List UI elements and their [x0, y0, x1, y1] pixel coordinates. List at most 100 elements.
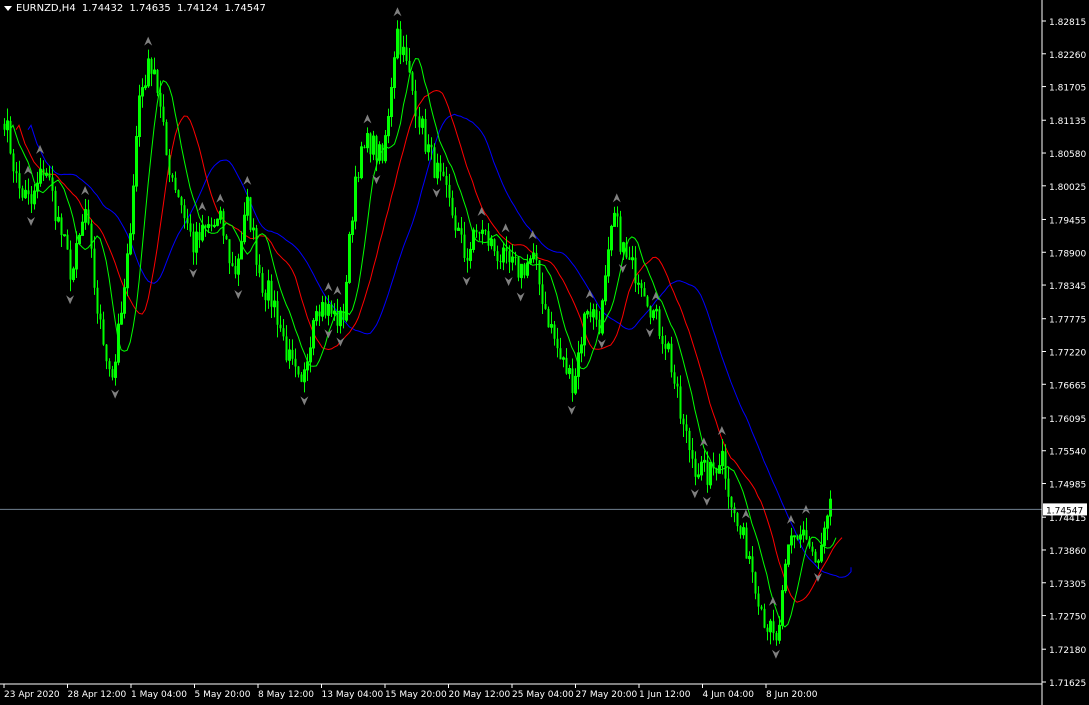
- candle: [72, 266, 75, 283]
- candle: [712, 452, 715, 476]
- price-tick-label: 1.77220: [1049, 349, 1086, 359]
- candle: [814, 549, 817, 563]
- candle: [240, 231, 243, 260]
- time-tick-label: 1 Jun 12:00: [639, 690, 691, 700]
- candle: [3, 118, 6, 137]
- price-tick-label: 1.81705: [1049, 84, 1086, 94]
- candle: [541, 272, 544, 314]
- candle: [147, 49, 150, 88]
- candle: [132, 174, 135, 241]
- candle: [793, 535, 796, 549]
- candle: [733, 502, 736, 523]
- candle: [424, 108, 427, 155]
- candle: [826, 514, 829, 541]
- candle: [484, 229, 487, 236]
- fractal-up-icon: [585, 289, 594, 299]
- candle: [418, 106, 421, 135]
- candle: [478, 231, 481, 241]
- candle: [829, 490, 832, 526]
- candle: [387, 108, 390, 144]
- candle: [559, 337, 562, 360]
- candle: [448, 173, 451, 207]
- candle: [93, 236, 96, 295]
- candle: [276, 291, 279, 338]
- candle: [724, 444, 727, 490]
- candle: [123, 278, 126, 319]
- candle: [408, 48, 411, 73]
- candle: [613, 206, 616, 227]
- candle: [249, 196, 252, 233]
- price-chart[interactable]: 1.82815 1.82260 1.81705 1.81135 1.80580 1.800…: [0, 0, 1089, 705]
- fractal-up-icon: [36, 144, 45, 154]
- candle: [96, 280, 99, 324]
- candle: [78, 233, 81, 246]
- candle: [718, 453, 721, 474]
- fractal-down-icon: [432, 188, 441, 198]
- candle: [315, 305, 318, 326]
- candle: [421, 115, 424, 135]
- price-tick-label: 1.82815: [1049, 18, 1086, 28]
- candle: [243, 202, 246, 245]
- time-tick-label: 5 May 20:00: [195, 690, 251, 700]
- fractal-down-icon: [462, 276, 471, 286]
- candle: [69, 240, 72, 292]
- candle: [225, 234, 228, 240]
- candle: [345, 274, 348, 323]
- candle: [282, 318, 285, 341]
- candle: [162, 94, 165, 126]
- candle: [502, 242, 505, 271]
- candle: [643, 282, 646, 297]
- candle: [664, 335, 667, 360]
- candle: [9, 116, 12, 155]
- price-tick-label: 1.82260: [1049, 51, 1086, 61]
- candle: [414, 79, 417, 129]
- candle: [357, 172, 360, 183]
- candle: [589, 302, 592, 323]
- candle: [159, 80, 162, 118]
- candle: [619, 210, 622, 255]
- candle: [45, 168, 48, 178]
- candle: [33, 184, 36, 210]
- candle: [309, 336, 312, 373]
- candle: [763, 603, 766, 629]
- candle: [156, 69, 159, 97]
- fractal-up-icon: [363, 114, 372, 124]
- candle: [39, 157, 42, 187]
- candle: [198, 222, 201, 248]
- candle: [54, 186, 57, 230]
- candle: [568, 364, 571, 379]
- candle: [111, 365, 114, 381]
- candle: [255, 224, 258, 276]
- candle: [580, 336, 583, 363]
- fractal-up-icon: [528, 230, 537, 240]
- candle: [264, 289, 267, 312]
- candle: [475, 224, 478, 238]
- candle: [496, 245, 499, 270]
- candle: [730, 496, 733, 518]
- candle: [520, 263, 523, 289]
- fractal-up-icon: [501, 223, 510, 233]
- candle: [300, 371, 303, 383]
- fractal-up-icon: [324, 282, 333, 292]
- candle: [706, 451, 709, 493]
- candle: [775, 630, 778, 646]
- candle: [207, 216, 210, 234]
- candle: [291, 339, 294, 365]
- time-axis: 23 Apr 2020 28 Apr 12:00 1 May 04:00 5 May …: [3, 684, 818, 700]
- candle: [51, 165, 54, 202]
- candle: [348, 231, 351, 284]
- chart-window[interactable]: EURNZD,H4 1.74432 1.74635 1.74124 1.7454…: [0, 0, 1089, 705]
- candle: [267, 269, 270, 309]
- candle: [165, 119, 168, 156]
- candle: [472, 227, 475, 253]
- candle: [631, 245, 634, 270]
- price-tick-label: 1.74985: [1049, 481, 1086, 491]
- candle: [655, 304, 658, 320]
- candle: [517, 256, 520, 282]
- time-tick-label: 4 Jun 04:00: [703, 690, 755, 700]
- candle: [279, 315, 282, 332]
- candle: [652, 309, 655, 321]
- candle: [177, 189, 180, 198]
- candle: [63, 234, 66, 237]
- candle: [640, 279, 643, 297]
